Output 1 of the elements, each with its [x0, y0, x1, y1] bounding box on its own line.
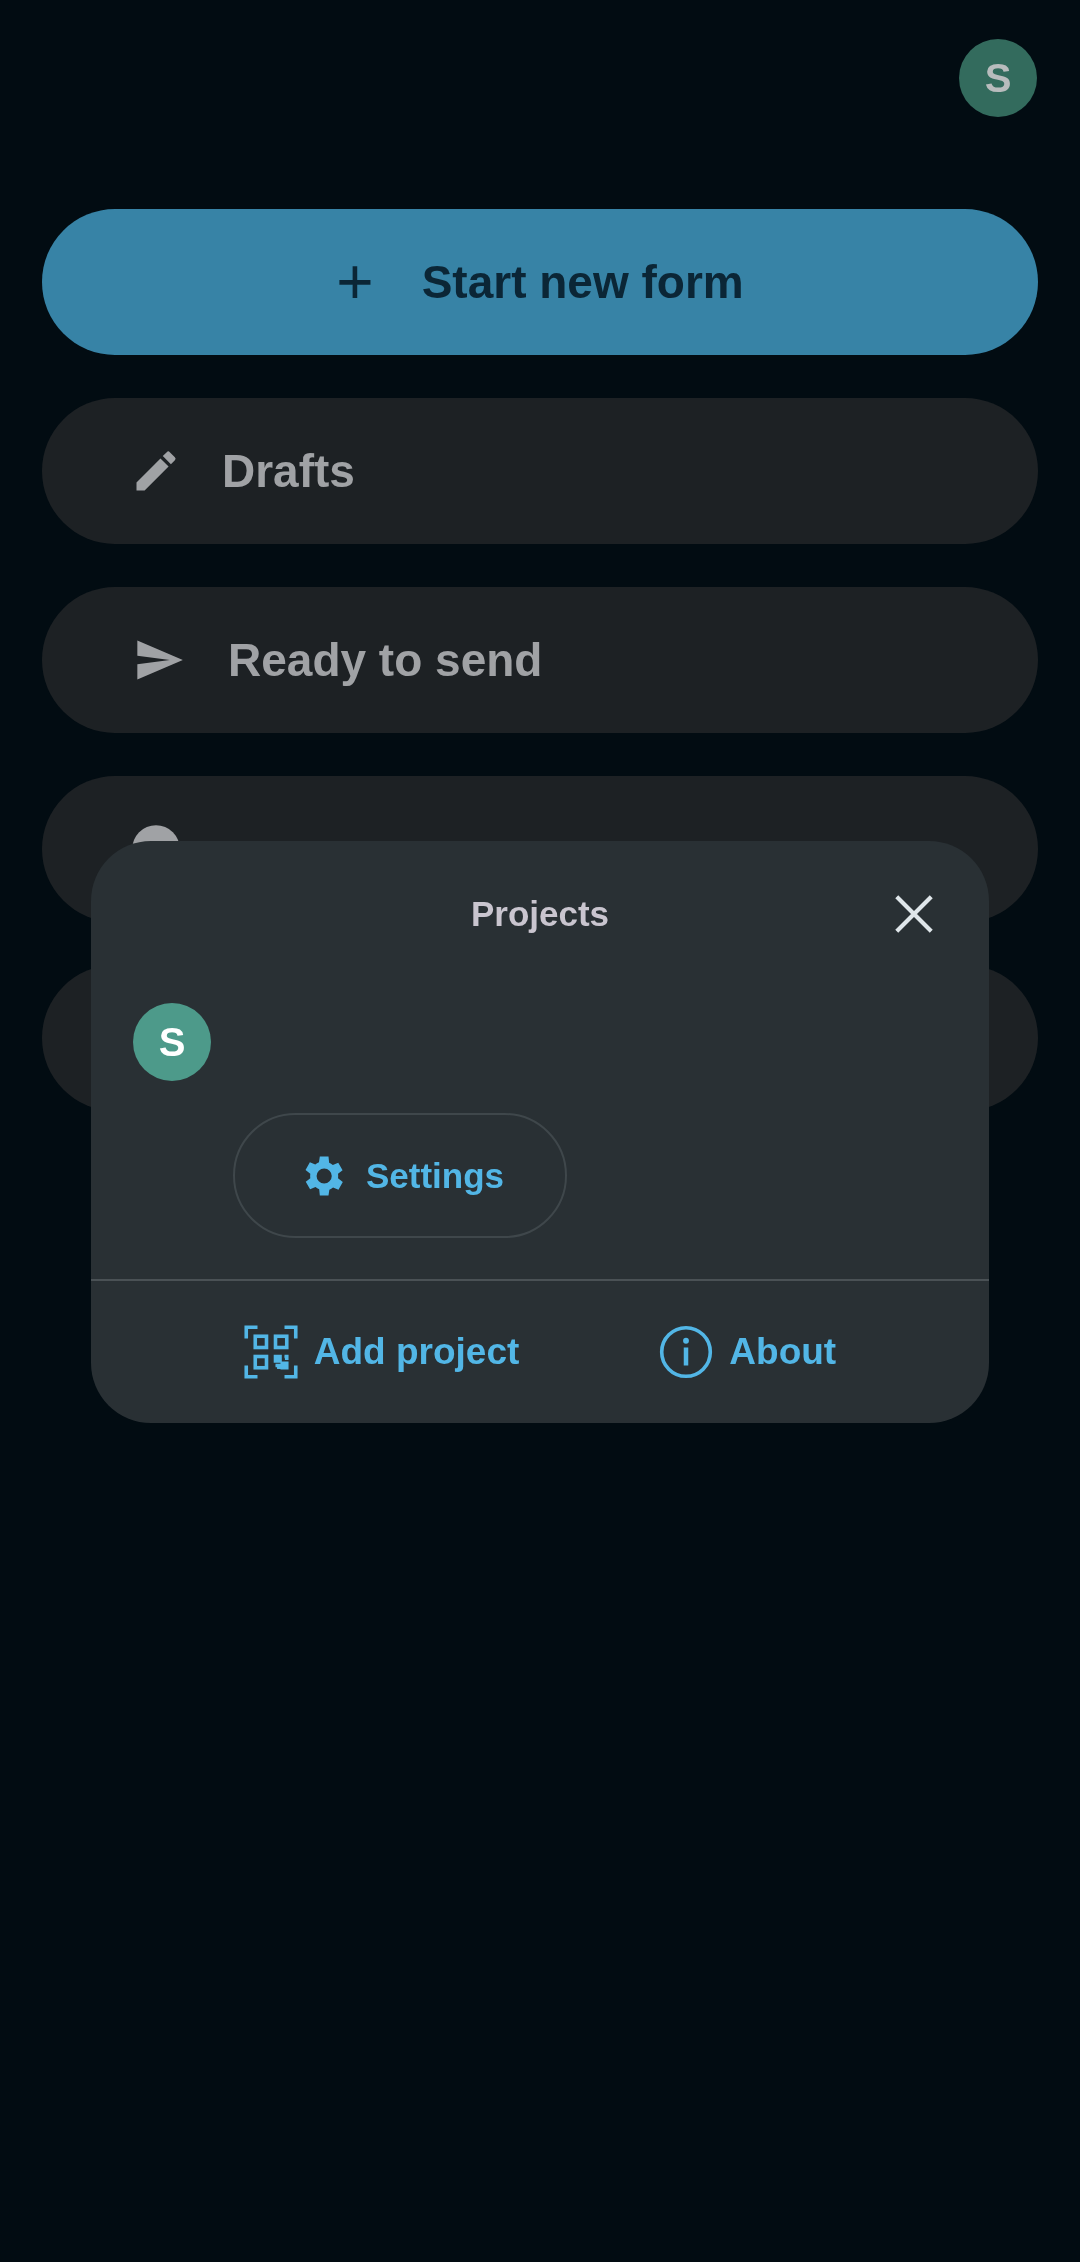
- dialog-title: Projects: [470, 894, 610, 934]
